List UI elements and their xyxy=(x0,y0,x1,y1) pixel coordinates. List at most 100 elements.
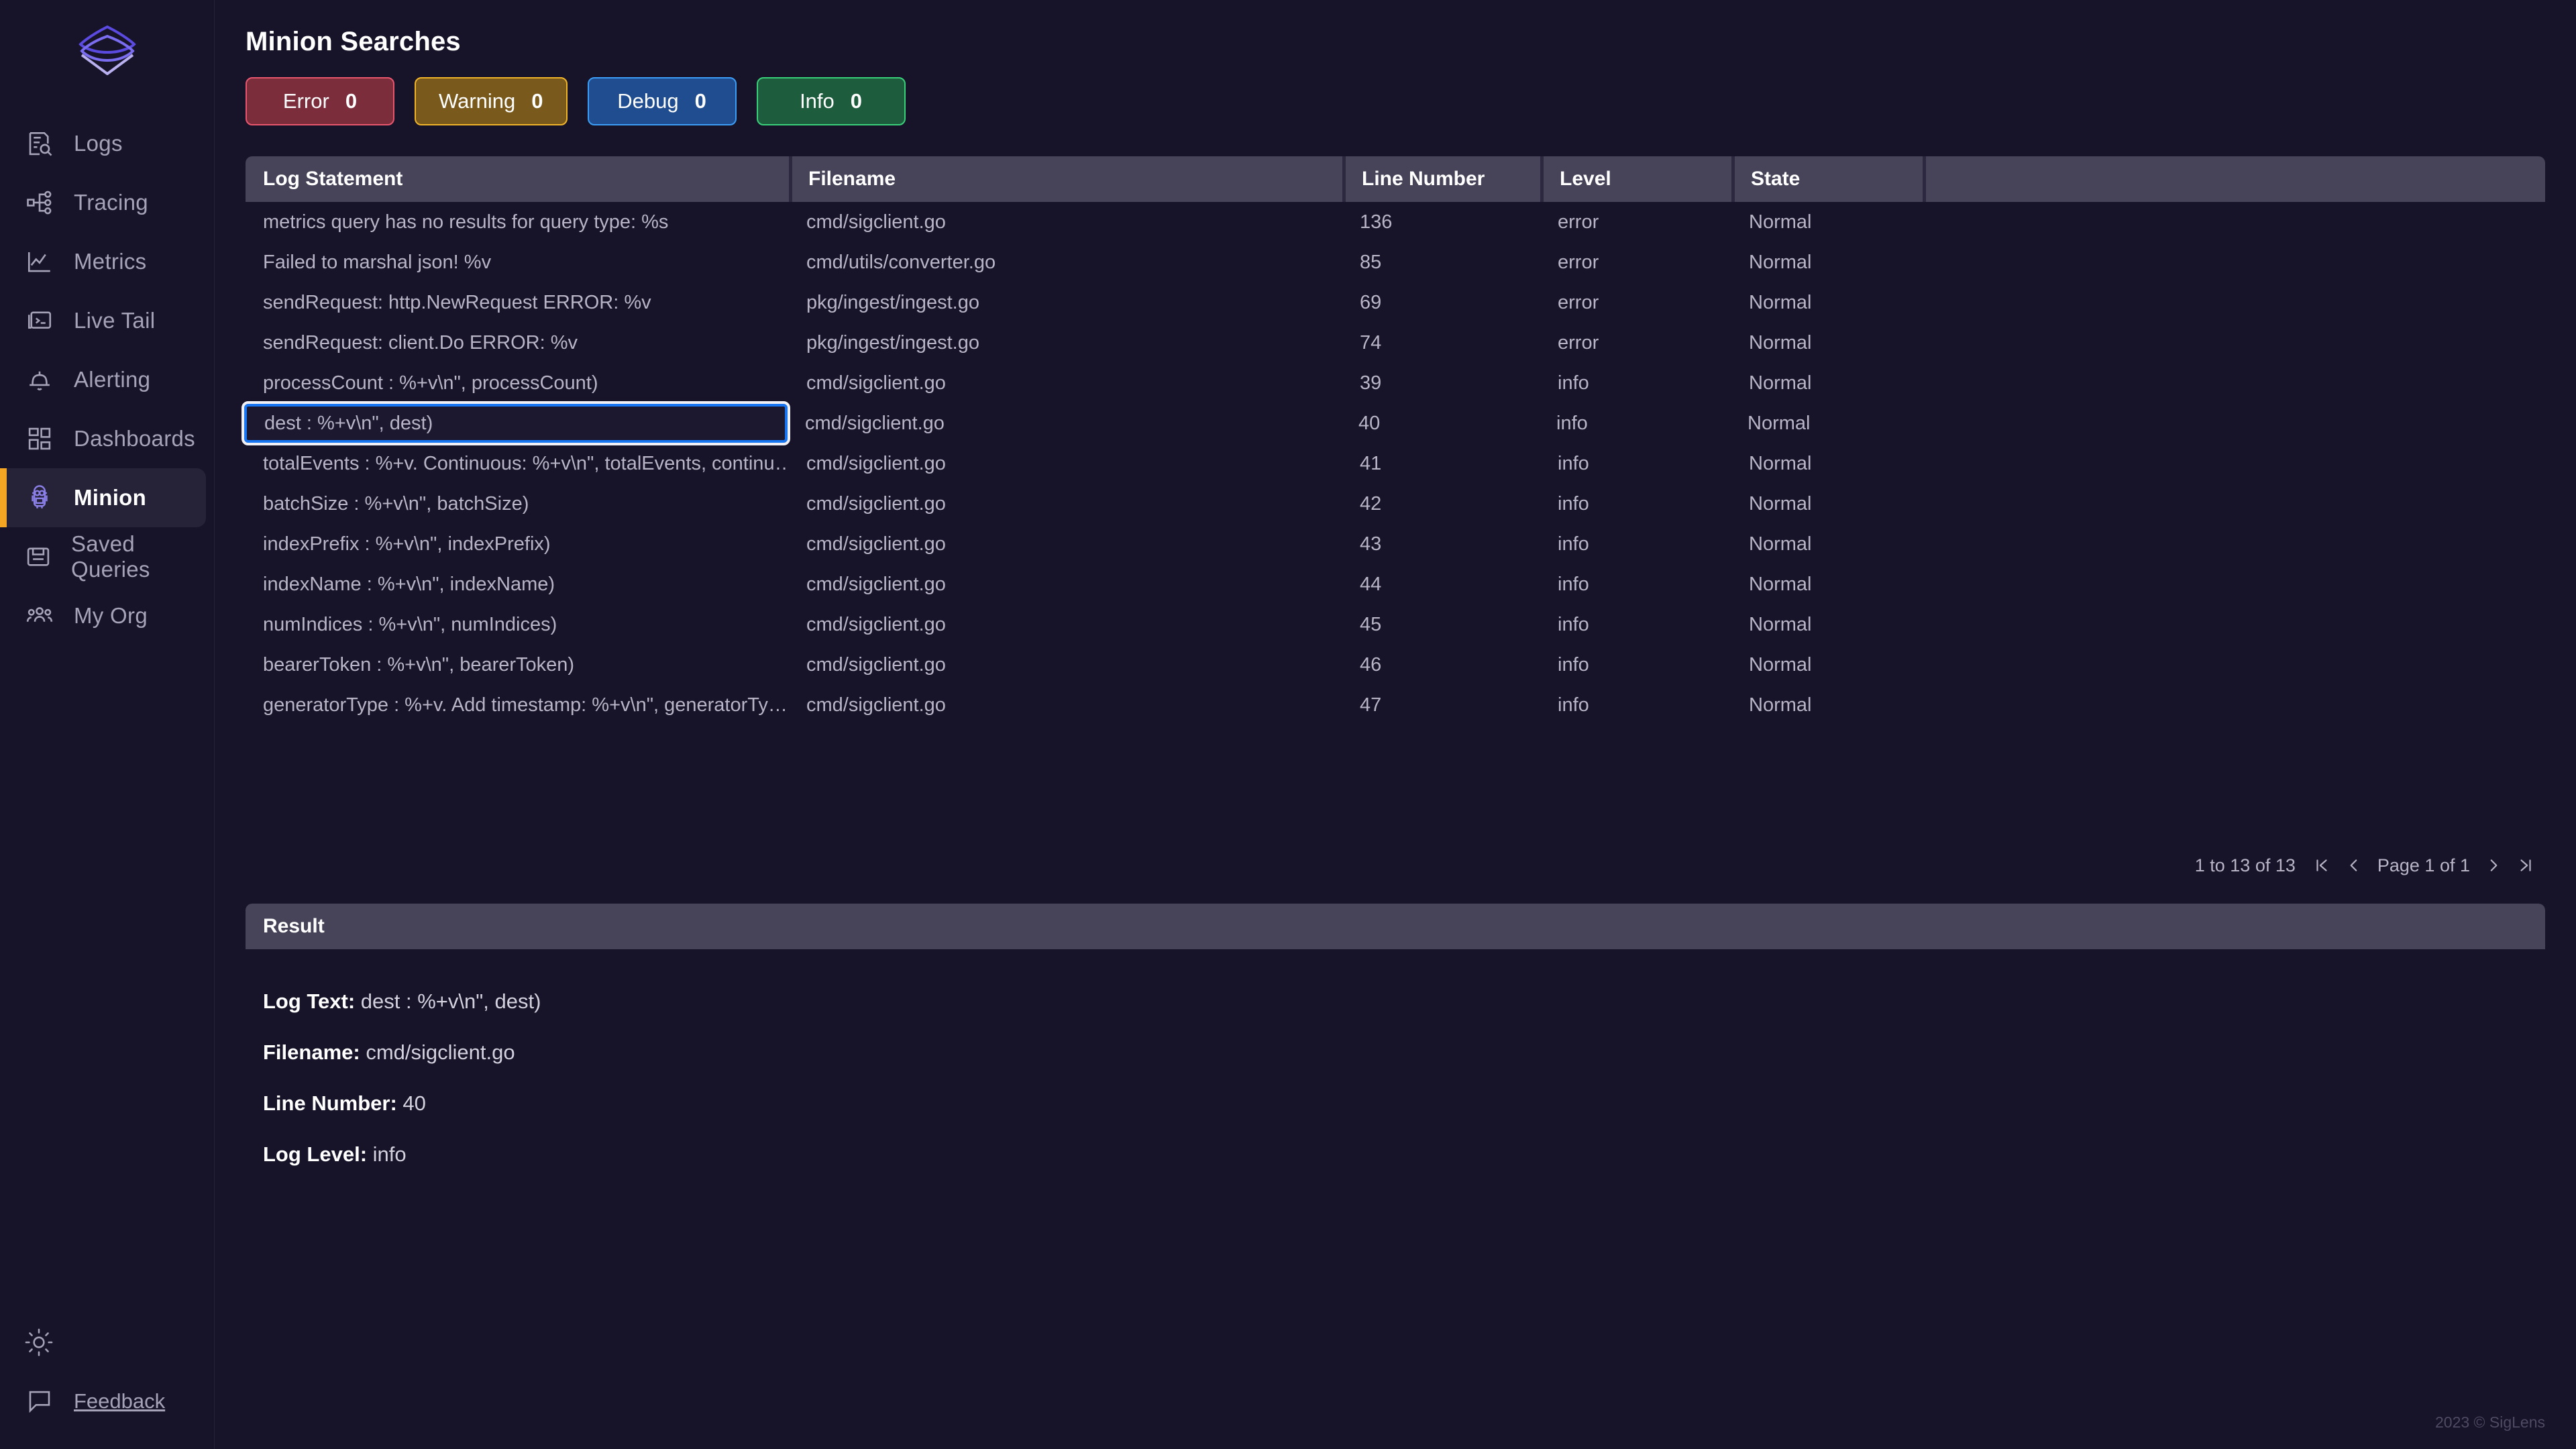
cell-state[interactable]: Normal xyxy=(1730,403,1921,443)
sidebar-item-my-org[interactable]: My Org xyxy=(0,586,206,645)
cell-line-number[interactable]: 40 xyxy=(1341,403,1539,443)
cell-level[interactable]: info xyxy=(1540,363,1731,403)
table-row[interactable]: indexPrefix : %+v\n", indexPrefix) cmd/si… xyxy=(246,524,2545,564)
cell-log-statement[interactable]: indexPrefix : %+v\n", indexPrefix) xyxy=(246,524,789,564)
sidebar-item-dashboards[interactable]: Dashboards xyxy=(0,409,206,468)
cell-filename[interactable]: cmd/sigclient.go xyxy=(789,363,1342,403)
cell-line-number[interactable]: 41 xyxy=(1342,443,1540,484)
cell-state[interactable]: Normal xyxy=(1731,645,1923,685)
table-row[interactable]: metrics query has no results for query t… xyxy=(246,202,2545,242)
last-page-icon[interactable] xyxy=(2517,857,2534,874)
cell-filename[interactable]: cmd/sigclient.go xyxy=(789,524,1342,564)
cell-level[interactable]: error xyxy=(1540,282,1731,323)
column-header-line-number[interactable]: Line Number xyxy=(1342,156,1540,202)
sidebar-item-tracing[interactable]: Tracing xyxy=(0,173,206,232)
cell-state[interactable]: Normal xyxy=(1731,282,1923,323)
table-row[interactable]: generatorType : %+v. Add timestamp: %+v\… xyxy=(246,685,2545,725)
theme-toggle-button[interactable] xyxy=(0,1328,214,1360)
cell-log-statement[interactable]: bearerToken : %+v\n", bearerToken) xyxy=(246,645,789,685)
cell-level[interactable]: info xyxy=(1540,443,1731,484)
cell-line-number[interactable]: 42 xyxy=(1342,484,1540,524)
table-row[interactable]: processCount : %+v\n", processCount) cmd/… xyxy=(246,363,2545,403)
cell-log-statement[interactable]: Failed to marshal json! %v xyxy=(246,242,789,282)
cell-filename[interactable]: cmd/sigclient.go xyxy=(789,645,1342,685)
cell-state[interactable]: Normal xyxy=(1731,363,1923,403)
cell-line-number[interactable]: 39 xyxy=(1342,363,1540,403)
cell-line-number[interactable]: 46 xyxy=(1342,645,1540,685)
cell-log-statement[interactable]: numIndices : %+v\n", numIndices) xyxy=(246,604,789,645)
cell-filename[interactable]: cmd/sigclient.go xyxy=(789,202,1342,242)
cell-level[interactable]: info xyxy=(1539,403,1730,443)
sidebar-item-live-tail[interactable]: Live Tail xyxy=(0,291,206,350)
cell-filename[interactable]: cmd/sigclient.go xyxy=(789,564,1342,604)
cell-log-statement[interactable]: generatorType : %+v. Add timestamp: %+v\… xyxy=(246,685,789,725)
cell-filename[interactable]: pkg/ingest/ingest.go xyxy=(789,282,1342,323)
filter-warning-button[interactable]: Warning 0 xyxy=(415,77,568,125)
filter-debug-button[interactable]: Debug 0 xyxy=(587,77,737,125)
previous-page-icon[interactable] xyxy=(2345,857,2363,874)
cell-line-number[interactable]: 45 xyxy=(1342,604,1540,645)
cell-state[interactable]: Normal xyxy=(1731,685,1923,725)
cell-line-number[interactable]: 85 xyxy=(1342,242,1540,282)
cell-log-statement[interactable]: sendRequest: client.Do ERROR: %v xyxy=(246,323,789,363)
cell-state[interactable]: Normal xyxy=(1731,564,1923,604)
column-header-state[interactable]: State xyxy=(1731,156,1923,202)
table-row[interactable]: bearerToken : %+v\n", bearerToken) cmd/si… xyxy=(246,645,2545,685)
sidebar-item-logs[interactable]: Logs xyxy=(0,114,206,173)
filter-error-button[interactable]: Error 0 xyxy=(246,77,394,125)
cell-log-statement[interactable]: batchSize : %+v\n", batchSize) xyxy=(246,484,789,524)
cell-line-number[interactable]: 44 xyxy=(1342,564,1540,604)
cell-state[interactable]: Normal xyxy=(1731,242,1923,282)
cell-filename[interactable]: cmd/sigclient.go xyxy=(789,443,1342,484)
cell-log-statement[interactable]: metrics query has no results for query t… xyxy=(246,202,789,242)
cell-log-statement[interactable]: indexName : %+v\n", indexName) xyxy=(246,564,789,604)
cell-level[interactable]: info xyxy=(1540,604,1731,645)
cell-level[interactable]: error xyxy=(1540,202,1731,242)
cell-line-number[interactable]: 74 xyxy=(1342,323,1540,363)
sidebar-item-saved-queries[interactable]: Saved Queries xyxy=(0,527,206,586)
cell-filename[interactable]: cmd/utils/converter.go xyxy=(789,242,1342,282)
cell-level[interactable]: info xyxy=(1540,685,1731,725)
column-header-filename[interactable]: Filename xyxy=(789,156,1342,202)
cell-level[interactable]: error xyxy=(1540,242,1731,282)
siglens-logo[interactable] xyxy=(0,0,214,101)
sidebar-item-minion[interactable]: Minion xyxy=(0,468,206,527)
cell-line-number[interactable]: 136 xyxy=(1342,202,1540,242)
cell-line-number[interactable]: 43 xyxy=(1342,524,1540,564)
table-row[interactable]: Failed to marshal json! %v cmd/utils/conv… xyxy=(246,242,2545,282)
cell-state[interactable]: Normal xyxy=(1731,202,1923,242)
cell-state[interactable]: Normal xyxy=(1731,524,1923,564)
cell-state[interactable]: Normal xyxy=(1731,323,1923,363)
table-row[interactable]: numIndices : %+v\n", numIndices) cmd/sigc… xyxy=(246,604,2545,645)
sidebar-item-metrics[interactable]: Metrics xyxy=(0,232,206,291)
sidebar-item-alerting[interactable]: Alerting xyxy=(0,350,206,409)
cell-log-statement[interactable]: totalEvents : %+v. Continuous: %+v\n", t… xyxy=(246,443,789,484)
cell-level[interactable]: info xyxy=(1540,524,1731,564)
column-header-log-statement[interactable]: Log Statement xyxy=(246,156,789,202)
table-row[interactable]: sendRequest: client.Do ERROR: %v pkg/inge… xyxy=(246,323,2545,363)
cell-level[interactable]: info xyxy=(1540,484,1731,524)
cell-state[interactable]: Normal xyxy=(1731,484,1923,524)
column-header-level[interactable]: Level xyxy=(1540,156,1731,202)
cell-level[interactable]: info xyxy=(1540,564,1731,604)
cell-line-number[interactable]: 69 xyxy=(1342,282,1540,323)
cell-line-number[interactable]: 47 xyxy=(1342,685,1540,725)
next-page-icon[interactable] xyxy=(2485,857,2502,874)
table-row[interactable]: indexName : %+v\n", indexName) cmd/sigcli… xyxy=(246,564,2545,604)
filter-info-button[interactable]: Info 0 xyxy=(756,77,906,125)
cell-filename[interactable]: cmd/sigclient.go xyxy=(789,604,1342,645)
cell-log-statement[interactable]: dest : %+v\n", dest) xyxy=(241,401,790,445)
cell-filename[interactable]: cmd/sigclient.go xyxy=(789,484,1342,524)
cell-filename[interactable]: cmd/sigclient.go xyxy=(789,685,1342,725)
cell-log-statement[interactable]: processCount : %+v\n", processCount) xyxy=(246,363,789,403)
first-page-icon[interactable] xyxy=(2313,857,2330,874)
table-row[interactable]: batchSize : %+v\n", batchSize) cmd/sigcli… xyxy=(246,484,2545,524)
table-row[interactable]: totalEvents : %+v. Continuous: %+v\n", t… xyxy=(246,443,2545,484)
cell-log-statement[interactable]: sendRequest: http.NewRequest ERROR: %v xyxy=(246,282,789,323)
cell-state[interactable]: Normal xyxy=(1731,443,1923,484)
cell-filename[interactable]: cmd/sigclient.go xyxy=(788,403,1341,443)
feedback-link[interactable]: Feedback xyxy=(0,1386,214,1417)
cell-level[interactable]: info xyxy=(1540,645,1731,685)
cell-filename[interactable]: pkg/ingest/ingest.go xyxy=(789,323,1342,363)
table-row[interactable]: sendRequest: http.NewRequest ERROR: %v pk… xyxy=(246,282,2545,323)
